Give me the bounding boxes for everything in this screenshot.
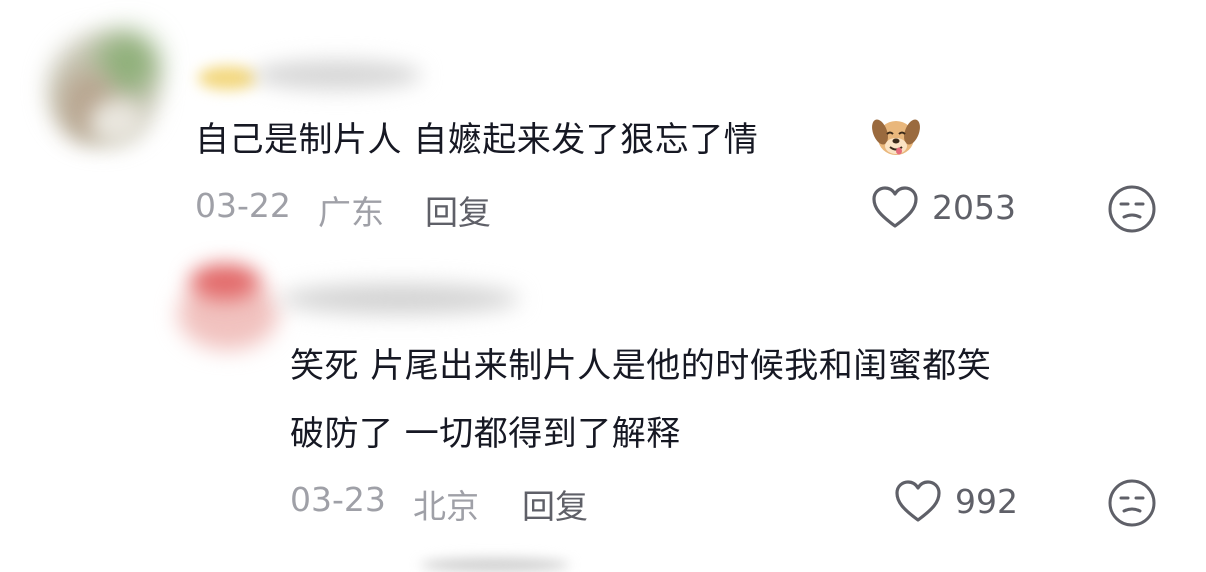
comment-text-line: 破防了 一切都得到了解释	[290, 414, 681, 454]
like-count: 2053	[932, 188, 1016, 227]
username[interactable]	[190, 52, 430, 104]
avatar-blur	[90, 100, 144, 144]
heart-icon[interactable]	[870, 184, 920, 230]
username-blur	[198, 66, 258, 90]
comment-date: 03-23	[290, 480, 386, 519]
dislike-face-icon[interactable]	[1106, 183, 1158, 235]
avatar-blur	[190, 264, 260, 300]
comment-date: 03-22	[195, 186, 291, 225]
username-blur	[252, 60, 422, 90]
next-comment-cutoff	[420, 552, 580, 572]
comment-location: 北京	[413, 487, 479, 526]
reply-button[interactable]: 回复	[425, 186, 491, 234]
dog-face-emoji-icon	[872, 119, 920, 155]
dislike-face-icon[interactable]	[1106, 477, 1158, 529]
comment-text: 自己是制片人 自嬷起来发了狠忘了情	[195, 120, 759, 160]
avatar[interactable]	[172, 258, 284, 354]
heart-icon[interactable]	[893, 478, 943, 524]
comment-location: 广东	[318, 193, 384, 232]
reply-button[interactable]: 回复	[522, 480, 588, 528]
avatar[interactable]	[38, 20, 170, 152]
like-count: 992	[955, 482, 1018, 521]
username[interactable]	[280, 274, 530, 324]
cutoff-blur	[420, 558, 570, 572]
username-blur	[280, 284, 520, 314]
comment-text-line: 笑死 片尾出来制片人是他的时候我和闺蜜都笑	[290, 346, 992, 386]
